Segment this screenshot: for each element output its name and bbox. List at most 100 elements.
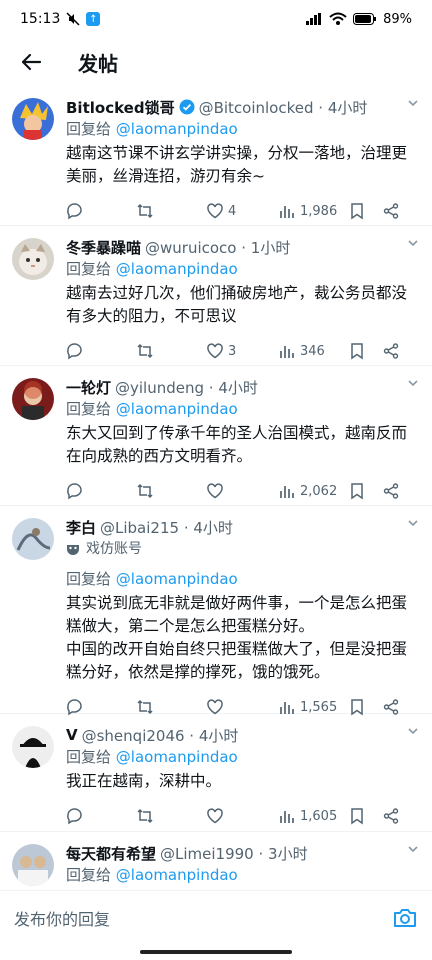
reply-mention-link[interactable]: @laomanpindao [116,260,238,278]
reply-mention-link[interactable]: @laomanpindao [116,400,238,418]
reply-to: 回复给 @laomanpindao [66,260,238,278]
retweet-icon [137,808,153,824]
status-bar: 15:13 ↑ 89% [0,0,432,38]
signal-icon [306,13,322,25]
camera-icon[interactable] [392,905,418,931]
retweet-button[interactable] [136,202,206,220]
more-options-icon[interactable] [406,842,420,856]
reply-button[interactable] [66,482,136,500]
reply-compose-bar[interactable]: 发布你的回复 [0,890,432,944]
author-handle[interactable]: @Limei1990 · 3小时 [160,843,308,864]
share-button[interactable] [382,807,400,825]
tweet[interactable]: V @shenqi2046 · 4小时 回复给 @laomanpindao 我正… [0,714,432,832]
more-options-icon[interactable] [406,516,420,530]
like-button[interactable] [206,807,278,825]
heart-icon [207,483,223,499]
share-button[interactable] [382,342,400,360]
app-notification-icon: ↑ [86,12,101,26]
author-name[interactable]: V [66,726,78,744]
bookmark-button[interactable] [348,342,382,360]
parody-label: 戏仿账号 [66,538,416,560]
reply-mention-link[interactable]: @laomanpindao [116,570,238,588]
reply-to: 回复给 @laomanpindao [66,866,238,884]
tweet[interactable]: 一轮灯 @yilundeng · 4小时 回复给 @laomanpindao 东… [0,366,432,506]
author-handle[interactable]: @shenqi2046 · 4小时 [82,725,239,746]
retweet-button[interactable] [136,482,206,500]
more-options-icon[interactable] [406,236,420,250]
analytics-icon [280,346,294,358]
like-count: 3 [228,343,237,359]
views-button[interactable]: 2,062 [278,482,348,500]
more-options-icon[interactable] [406,724,420,738]
share-button[interactable] [382,202,400,220]
parody-label-text: 戏仿账号 [86,541,142,557]
avatar[interactable] [12,726,54,768]
comment-icon [67,808,82,825]
tweet[interactable]: 每天都有希望 @Limei1990 · 3小时 回复给 @laomanpinda… [0,832,432,890]
reply-to: 回复给 @laomanpindao [66,570,238,588]
tweet-text: 越南去过好几次，他们捅破房地产，裁公务员都没有多大的阻力，不可思议 [66,284,408,325]
comment-icon [67,343,82,360]
tweet-text: 其实说到底无非就是做好两件事，一个是怎么把蛋糕做大，第二个是怎么把蛋糕分好。 中… [66,594,408,681]
avatar[interactable] [12,844,54,886]
analytics-icon [280,206,294,218]
view-count: 1,565 [300,699,338,715]
bookmark-button[interactable] [348,202,382,220]
author-name[interactable]: 每天都有希望 [66,843,156,864]
reply-mention-link[interactable]: @laomanpindao [116,748,238,766]
reply-input[interactable]: 发布你的回复 [14,906,110,930]
reply-button[interactable] [66,807,136,825]
views-button[interactable]: 346 [278,342,348,360]
battery-icon [353,13,377,25]
tweet-text: 我正在越南，深耕中。 [66,772,222,790]
retweet-icon [137,483,153,499]
views-button[interactable]: 1,986 [278,202,348,220]
comment-icon [67,483,82,500]
author-name[interactable]: 李白 [66,517,96,538]
heart-icon [207,808,223,824]
analytics-icon [280,486,294,498]
reply-to: 回复给 @laomanpindao [66,748,238,766]
like-button[interactable]: 4 [206,202,278,220]
avatar[interactable] [12,518,54,560]
top-app-bar: 发帖 [0,38,432,86]
avatar[interactable] [12,98,54,140]
avatar[interactable] [12,238,54,280]
author-handle[interactable]: @yilundeng · 4小时 [115,377,258,398]
like-button[interactable] [206,482,278,500]
avatar[interactable] [12,378,54,420]
tweet-text: 越南这节课不讲玄学讲实操，分权一落地，治理更美丽，丝滑连招，游刃有余~ [66,144,408,185]
author-handle[interactable]: @Libai215 · 4小时 [100,517,233,538]
bookmark-icon [351,203,363,220]
back-button[interactable] [14,45,48,79]
share-button[interactable] [382,482,400,500]
author-handle[interactable]: @Bitcoinlocked · 4小时 [199,97,368,118]
bookmark-button[interactable] [348,807,382,825]
tweet[interactable]: 冬季暴躁喵 @wuruicoco · 1小时 回复给 @laomanpindao… [0,226,432,366]
like-button[interactable]: 3 [206,342,278,360]
tweet[interactable]: Bitlocked锁哥 @Bitcoinlocked · 4小时 回复给 @la… [0,86,432,226]
bookmark-button[interactable] [348,482,382,500]
arrow-left-icon [21,53,42,71]
reply-mention-link[interactable]: @laomanpindao [116,120,238,138]
retweet-button[interactable] [136,807,206,825]
reply-button[interactable] [66,202,136,220]
author-name[interactable]: 冬季暴躁喵 [66,237,141,258]
views-button[interactable]: 1,605 [278,807,348,825]
author-handle[interactable]: @wuruicoco · 1小时 [145,237,290,258]
author-name[interactable]: Bitlocked锁哥 [66,97,175,118]
tweet[interactable]: 李白 @Libai215 · 4小时 戏仿账号 回复给 @laomanpinda… [0,506,432,716]
reply-mention-link[interactable]: @laomanpindao [116,866,238,884]
reply-button[interactable] [66,342,136,360]
page-title: 发帖 [78,51,118,76]
more-options-icon[interactable] [406,376,420,390]
reply-feed[interactable]: Bitlocked锁哥 @Bitcoinlocked · 4小时 回复给 @la… [0,86,432,890]
view-count: 1,605 [300,808,338,824]
verified-badge-icon [179,99,195,115]
author-name[interactable]: 一轮灯 [66,377,111,398]
wifi-icon [329,12,347,25]
home-indicator[interactable] [140,950,292,954]
share-icon [383,808,399,824]
more-options-icon[interactable] [406,96,420,110]
retweet-button[interactable] [136,342,206,360]
